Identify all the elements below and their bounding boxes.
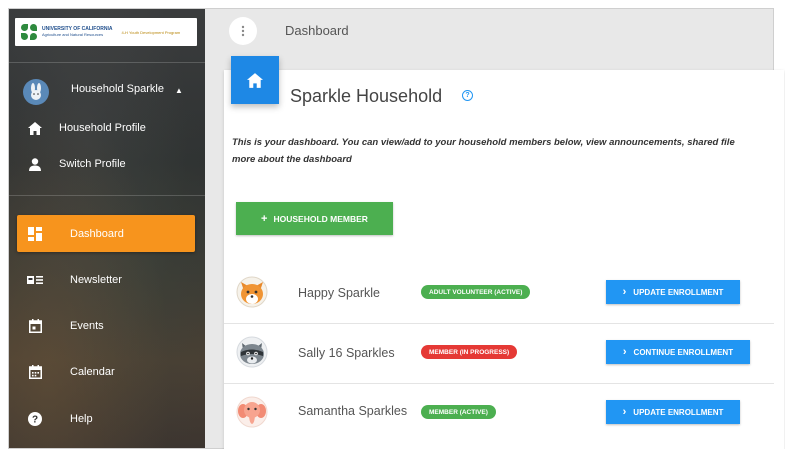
ucanr-4h-logo[interactable]: UNIVERSITY OF CALIFORNIA Agriculture and…	[15, 18, 197, 46]
raccoon-avatar-icon	[236, 336, 268, 368]
nav-item-label: Dashboard	[70, 227, 124, 240]
member-row: Happy Sparkle ADULT VOLUNTEER (ACTIVE) ›…	[224, 264, 774, 324]
divider	[9, 62, 205, 63]
chevron-right-icon: ›	[622, 286, 627, 298]
nav-item-newsletter[interactable]: Newsletter	[17, 261, 195, 298]
member-name[interactable]: Sally 16 Sparkles	[298, 344, 408, 362]
sidebar-link-household-profile[interactable]: Household Profile	[27, 116, 146, 140]
nav-item-label: Help	[70, 412, 93, 425]
status-badge: MEMBER (IN PROGRESS)	[421, 345, 518, 359]
sidebar: UNIVERSITY OF CALIFORNIA Agriculture and…	[9, 9, 205, 448]
home-tile	[231, 56, 279, 104]
help-icon: ?	[27, 411, 43, 427]
caret-up-icon[interactable]: ▲	[175, 86, 183, 95]
nav-item-events[interactable]: Events	[17, 307, 195, 344]
nav-item-dashboard[interactable]: Dashboard	[17, 215, 195, 252]
update-enrollment-button[interactable]: › UPDATE ENROLLMENT	[606, 400, 740, 424]
nav-item-label: Newsletter	[70, 273, 122, 286]
svg-text:?: ?	[32, 414, 38, 425]
household-name[interactable]: Household Sparkle	[71, 83, 164, 95]
status-badge: ADULT VOLUNTEER (ACTIVE)	[421, 285, 531, 299]
plus-icon: +	[261, 212, 268, 225]
help-circle-icon[interactable]: ?	[462, 90, 473, 101]
continue-enrollment-button[interactable]: › CONTINUE ENROLLMENT	[606, 340, 750, 364]
button-label: CONTINUE ENROLLMENT	[633, 347, 734, 357]
nav-item-label: Events	[70, 319, 104, 332]
divider	[9, 195, 205, 196]
member-row: Samantha Sparkles MEMBER (ACTIVE) › UPDA…	[224, 384, 774, 444]
intro-line-1: This is your dashboard. You can view/add…	[232, 137, 735, 148]
member-name[interactable]: Happy Sparkle	[298, 284, 408, 302]
elephant-avatar-icon	[236, 396, 268, 428]
status-badge: MEMBER (ACTIVE)	[421, 405, 496, 419]
clover-icon	[21, 24, 37, 40]
add-button-label: HOUSEHOLD MEMBER	[273, 213, 368, 224]
nav-item-help[interactable]: ? Help	[17, 400, 195, 437]
member-row: Sally 16 Sparkles MEMBER (IN PROGRESS) ›…	[224, 324, 774, 384]
sidebar-link-switch-profile[interactable]: Switch Profile	[27, 152, 126, 176]
top-bar-title: Dashboard	[285, 23, 349, 38]
home-icon	[247, 72, 263, 88]
chevron-right-icon: ›	[622, 346, 627, 358]
rabbit-avatar-icon	[31, 83, 41, 100]
logo-program: 4-H Youth Development Program	[121, 29, 181, 35]
nav-item-label: Calendar	[70, 365, 115, 378]
household-avatar[interactable]	[23, 79, 49, 105]
intro-line-2[interactable]: more about the dashboard	[232, 151, 768, 168]
chevron-right-icon: ›	[622, 406, 627, 418]
top-bar: Dashboard	[205, 9, 773, 53]
sidebar-link-label: Household Profile	[59, 122, 146, 134]
nav-item-calendar[interactable]: Calendar	[17, 353, 195, 390]
page-title: Sparkle Household	[290, 86, 443, 106]
fox-avatar-icon	[236, 276, 268, 308]
logo-division: Agriculture and Natural Resources	[42, 32, 104, 37]
newsletter-icon	[27, 272, 43, 288]
button-label: UPDATE ENROLLMENT	[633, 407, 724, 417]
add-household-member-button[interactable]: + HOUSEHOLD MEMBER	[236, 202, 393, 235]
logo-text: UNIVERSITY OF CALIFORNIA Agriculture and…	[42, 26, 112, 38]
calendar-icon	[27, 364, 43, 380]
person-icon	[27, 156, 43, 172]
home-icon	[27, 120, 43, 136]
dashboard-intro-text: This is your dashboard. You can view/add…	[232, 134, 768, 168]
update-enrollment-button[interactable]: › UPDATE ENROLLMENT	[606, 280, 740, 304]
dashboard-icon	[27, 226, 43, 242]
member-name[interactable]: Samantha Sparkles	[298, 402, 408, 420]
events-icon	[27, 318, 43, 334]
sidebar-link-label: Switch Profile	[59, 158, 126, 170]
button-label: UPDATE ENROLLMENT	[633, 287, 724, 297]
kebab-icon[interactable]	[229, 17, 257, 45]
